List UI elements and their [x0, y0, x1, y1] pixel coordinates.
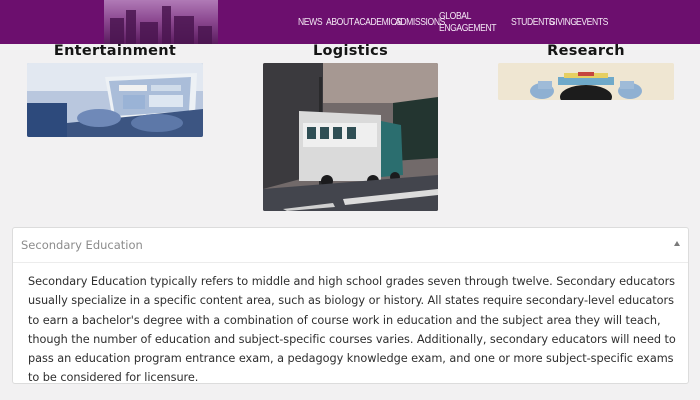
- accordion-body-text: Secondary Education typically refers to …: [28, 275, 676, 385]
- main-nav: NEWS ABOUT ACADEMICS ADMISSIONS GLOBAL E…: [298, 0, 608, 44]
- nav-giving[interactable]: GIVING: [549, 16, 577, 28]
- card-logistics[interactable]: Logistics: [263, 43, 438, 211]
- nav-about[interactable]: ABOUT: [326, 16, 354, 28]
- accordion-title: Secondary Education: [21, 238, 143, 252]
- nav-events[interactable]: EVENTS: [576, 16, 608, 28]
- research-image[interactable]: [498, 63, 674, 100]
- nav-global-engagement[interactable]: GLOBAL ENGAGEMENT: [439, 10, 498, 34]
- card-title: Logistics: [312, 43, 388, 59]
- nav-admissions[interactable]: ADMISSIONS: [395, 16, 445, 28]
- chevron-up-icon[interactable]: [674, 241, 680, 246]
- nav-academics[interactable]: ACADEMICS: [354, 16, 402, 28]
- accordion-header[interactable]: Secondary Education: [13, 228, 688, 263]
- logistics-image[interactable]: [263, 63, 438, 211]
- card-entertainment[interactable]: Entertainment: [27, 43, 203, 137]
- card-title: Research: [547, 43, 625, 59]
- card-research[interactable]: Research: [498, 43, 674, 100]
- header-campus-photo: [104, 0, 218, 44]
- site-header: NEWS ABOUT ACADEMICS ADMISSIONS GLOBAL E…: [0, 0, 700, 44]
- card-title: Entertainment: [53, 43, 177, 59]
- nav-students[interactable]: STUDENTS: [511, 16, 555, 28]
- secondary-education-accordion: Secondary Education Secondary Education …: [12, 227, 689, 384]
- entertainment-image[interactable]: [27, 63, 203, 137]
- nav-news[interactable]: NEWS: [298, 16, 323, 28]
